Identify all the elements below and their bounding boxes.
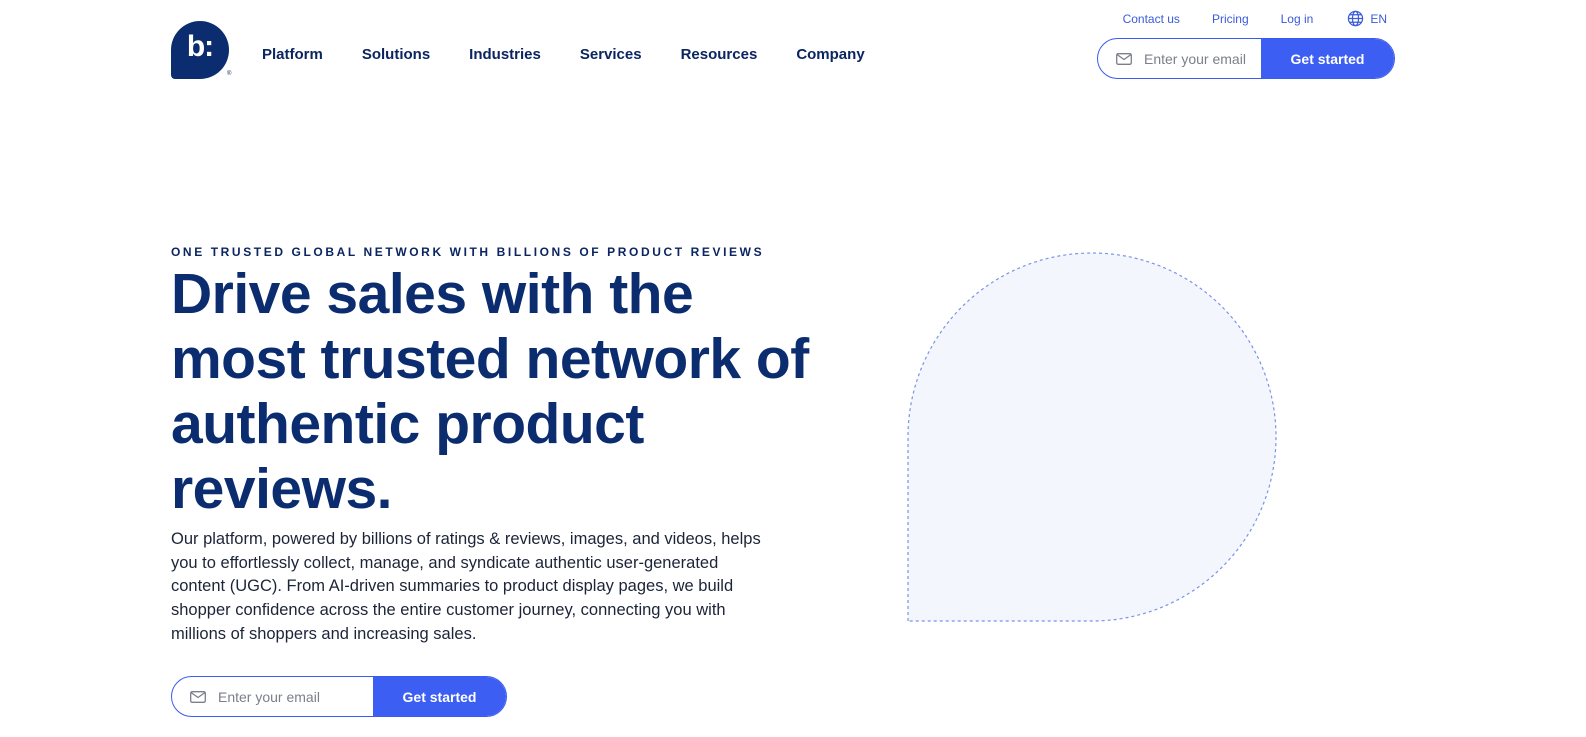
logo[interactable]: b: ®: [171, 21, 233, 83]
nav-item-services[interactable]: Services: [580, 43, 642, 65]
hero-eyebrow: ONE TRUSTED GLOBAL NETWORK WITH BILLIONS…: [171, 245, 765, 259]
nav-item-resources[interactable]: Resources: [681, 43, 758, 65]
utility-nav: Contact us Pricing Log in EN: [1091, 10, 1387, 27]
bubble-shape: [907, 252, 1277, 622]
logo-glyph: b:: [186, 30, 214, 63]
hero-email-form: Get started: [171, 676, 507, 717]
hero-email-input[interactable]: [216, 687, 373, 706]
header-get-started-button[interactable]: Get started: [1261, 39, 1394, 78]
language-label: EN: [1370, 11, 1387, 26]
hero-body-text: Our platform, powered by billions of rat…: [171, 530, 761, 643]
login-link[interactable]: Log in: [1281, 12, 1314, 26]
hero-bubble-graphic: [907, 252, 1277, 622]
language-selector[interactable]: EN: [1347, 10, 1387, 27]
header-email-form: Get started: [1097, 38, 1395, 79]
contact-us-link[interactable]: Contact us: [1123, 12, 1180, 26]
globe-icon: [1348, 10, 1364, 27]
header-email-field: [1098, 39, 1261, 78]
mail-icon: [1116, 52, 1132, 65]
header-email-input[interactable]: [1142, 49, 1261, 68]
pricing-link[interactable]: Pricing: [1212, 12, 1249, 26]
hero-get-started-button[interactable]: Get started: [373, 677, 506, 716]
hero-email-field: [172, 677, 373, 716]
main-nav: Platform Solutions Industries Services R…: [262, 43, 904, 65]
logo-registered-mark: ®: [227, 71, 232, 77]
mail-icon: [190, 690, 206, 703]
nav-item-platform[interactable]: Platform: [262, 43, 323, 65]
nav-item-solutions[interactable]: Solutions: [362, 43, 430, 65]
nav-item-industries[interactable]: Industries: [469, 43, 541, 65]
hero-headline: Drive sales with the most trusted networ…: [171, 262, 809, 521]
nav-item-company[interactable]: Company: [796, 43, 864, 65]
